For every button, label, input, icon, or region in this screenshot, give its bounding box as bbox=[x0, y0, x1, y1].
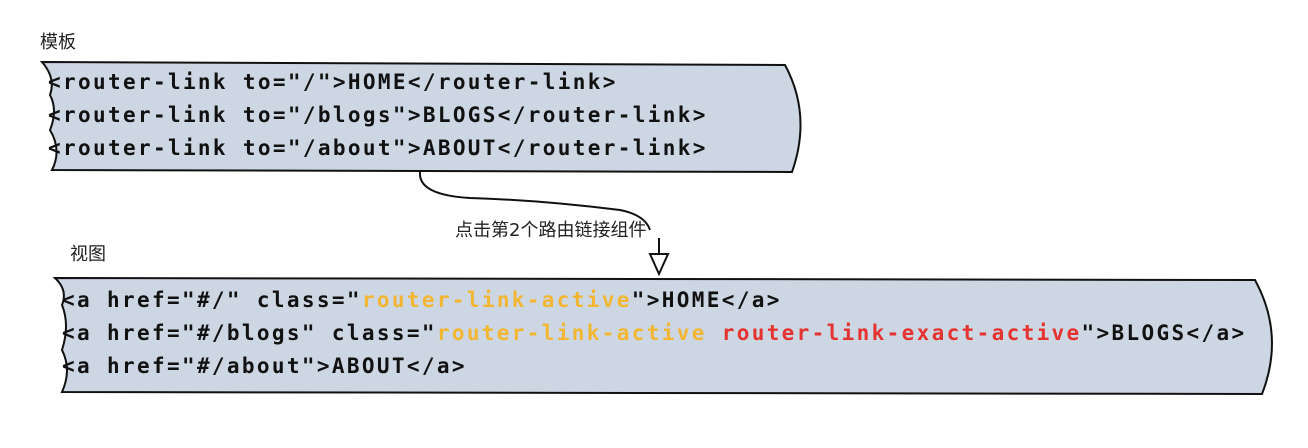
template-line: <router-link to="/">HOME</router-link> bbox=[48, 70, 618, 94]
template-label: 模板 bbox=[40, 32, 76, 53]
arrow-head-icon bbox=[648, 253, 670, 277]
active-class: router-link-active bbox=[436, 321, 707, 345]
code-text: <a href="#/" class=" bbox=[62, 288, 362, 312]
annotation-text: 点击第2个路由链接组件 bbox=[455, 220, 647, 241]
template-line: <router-link to="/blogs">BLOGS</router-l… bbox=[48, 103, 708, 127]
view-label: 视图 bbox=[70, 244, 106, 265]
template-line: <router-link to="/about">ABOUT</router-l… bbox=[48, 136, 708, 160]
template-code: <router-link to="/">HOME</router-link> <… bbox=[48, 66, 708, 165]
exact-active-class: router-link-exact-active bbox=[706, 321, 1082, 345]
code-text: ">HOME</a> bbox=[631, 288, 782, 312]
code-text: <a href="#/blogs" class=" bbox=[62, 321, 437, 345]
view-line: <a href="#/about">ABOUT</a> bbox=[62, 350, 1246, 383]
view-line: <a href="#/" class="router-link-active">… bbox=[62, 284, 1246, 317]
view-line: <a href="#/blogs" class="router-link-act… bbox=[62, 317, 1246, 350]
diagram: 模板 视图 点击第2个路由链接组件 <router-link to="/">HO… bbox=[0, 0, 1308, 448]
view-code: <a href="#/" class="router-link-active">… bbox=[62, 284, 1246, 383]
code-text: <a href="#/about">ABOUT</a> bbox=[62, 354, 467, 378]
active-class: router-link-active bbox=[361, 288, 632, 312]
code-text: ">BLOGS</a> bbox=[1081, 321, 1247, 345]
